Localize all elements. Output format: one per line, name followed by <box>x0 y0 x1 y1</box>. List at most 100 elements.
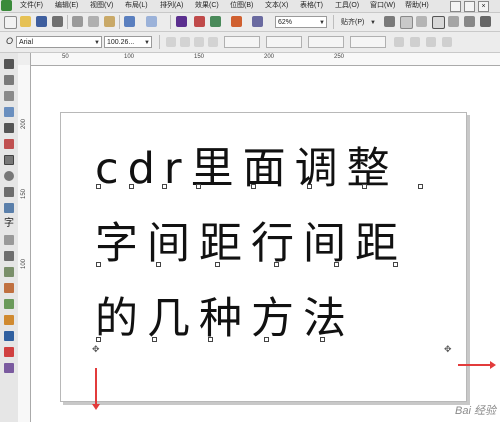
ruler-tick-label: 200 <box>21 118 28 130</box>
redo-icon[interactable] <box>146 16 157 27</box>
cut-icon[interactable] <box>72 16 83 27</box>
rectangle-tool-icon[interactable] <box>4 155 14 165</box>
character-node[interactable] <box>264 337 269 342</box>
character-node[interactable] <box>418 184 423 189</box>
character-node[interactable] <box>393 262 398 267</box>
character-node[interactable] <box>320 337 325 342</box>
basic-shapes-icon[interactable] <box>4 203 14 213</box>
eyedropper-tool-icon[interactable] <box>4 315 14 325</box>
menu-layout[interactable]: 布局(L) <box>123 1 150 11</box>
close-icon[interactable]: × <box>478 1 489 12</box>
toolbox: 字 <box>0 53 19 422</box>
text-line-1[interactable]: cdr里面调整 <box>95 148 399 191</box>
edit-text-icon[interactable] <box>394 37 404 47</box>
copy-icon[interactable] <box>88 16 99 27</box>
character-node[interactable] <box>251 184 256 189</box>
underline-icon[interactable] <box>194 37 204 47</box>
outline-tool-icon[interactable] <box>4 331 14 341</box>
open-folder-icon[interactable] <box>20 16 31 27</box>
character-node[interactable] <box>156 262 161 267</box>
character-node[interactable] <box>96 184 101 189</box>
restore-icon[interactable] <box>464 1 475 12</box>
menu-file[interactable]: 文件(F) <box>18 1 45 11</box>
print-icon[interactable] <box>52 16 63 27</box>
export-icon[interactable] <box>194 16 205 27</box>
new-document-icon[interactable] <box>4 16 17 29</box>
text-line-3[interactable]: 的几种方法 <box>95 298 355 341</box>
font-size-select[interactable]: 100.26... ▼ <box>104 36 152 48</box>
word-spacing-field[interactable] <box>266 36 302 48</box>
pick-tool-icon[interactable] <box>4 59 14 69</box>
character-node[interactable] <box>96 337 101 342</box>
zoom-level-select[interactable]: 62% ▼ <box>275 16 327 28</box>
table-tool-icon[interactable] <box>4 235 14 245</box>
down-arrow-annotation <box>95 368 97 406</box>
menu-help[interactable]: 帮助(H) <box>403 1 431 11</box>
menu-view[interactable]: 视图(V) <box>88 1 115 11</box>
page-view-icon[interactable] <box>464 16 475 27</box>
crop-tool-icon[interactable] <box>4 91 14 101</box>
character-node[interactable] <box>208 337 213 342</box>
import-icon[interactable] <box>176 16 187 27</box>
line-spacing-handle-icon[interactable]: ✥ <box>92 344 100 355</box>
character-node[interactable] <box>307 184 312 189</box>
bold-icon[interactable] <box>166 37 176 47</box>
fill-tool-icon[interactable] <box>4 347 14 357</box>
character-node[interactable] <box>274 262 279 267</box>
menu-tools[interactable]: 工具(O) <box>333 1 361 11</box>
menu-bitmaps[interactable]: 位图(B) <box>228 1 255 11</box>
menu-effects[interactable]: 效果(C) <box>193 1 221 11</box>
italic-icon[interactable] <box>180 37 190 47</box>
save-icon[interactable] <box>36 16 47 27</box>
character-node[interactable] <box>162 184 167 189</box>
polygon-tool-icon[interactable] <box>4 187 14 197</box>
text-line-2[interactable]: 字间距行间距 <box>95 223 407 266</box>
text-format-icon[interactable] <box>442 37 452 47</box>
paste-icon[interactable] <box>104 16 115 27</box>
menu-table[interactable]: 表格(T) <box>298 1 325 11</box>
ellipse-tool-icon[interactable] <box>4 171 14 181</box>
character-node[interactable] <box>215 262 220 267</box>
object-manager-icon[interactable] <box>480 16 491 27</box>
text-tool-icon[interactable]: 字 <box>4 219 14 229</box>
transparency-tool-icon[interactable] <box>4 299 14 309</box>
welcome-screen-icon[interactable] <box>252 16 263 27</box>
publish-pdf-icon[interactable] <box>210 16 221 27</box>
dimension-tool-icon[interactable] <box>4 251 14 261</box>
character-node[interactable] <box>129 184 134 189</box>
zoom-tool-icon[interactable] <box>4 107 14 117</box>
menu-text[interactable]: 文本(X) <box>263 1 290 11</box>
text-align-icon[interactable] <box>208 37 218 47</box>
undo-icon[interactable] <box>124 16 135 27</box>
font-icon: O <box>6 36 14 46</box>
horizontal-text-icon[interactable] <box>410 37 420 47</box>
character-node[interactable] <box>362 184 367 189</box>
character-node[interactable] <box>152 337 157 342</box>
freehand-tool-icon[interactable] <box>4 123 14 133</box>
character-node[interactable] <box>334 262 339 267</box>
character-spacing-handle-icon[interactable]: ✥ <box>444 344 452 355</box>
menu-window[interactable]: 窗口(W) <box>368 1 397 11</box>
show-rulers-icon[interactable] <box>400 16 413 29</box>
guidelines-icon[interactable] <box>432 16 445 29</box>
show-grid-icon[interactable] <box>416 16 427 27</box>
full-screen-preview-icon[interactable] <box>448 16 459 27</box>
smart-fill-icon[interactable] <box>4 139 14 149</box>
shape-tool-icon[interactable] <box>4 75 14 85</box>
line-spacing-field[interactable] <box>308 36 344 48</box>
vertical-text-icon[interactable] <box>426 37 436 47</box>
menu-edit[interactable]: 编辑(E) <box>53 1 80 11</box>
connector-tool-icon[interactable] <box>4 267 14 277</box>
interactive-blend-icon[interactable] <box>4 283 14 293</box>
interactive-fill-icon[interactable] <box>4 363 14 373</box>
paragraph-spacing-field[interactable] <box>350 36 386 48</box>
minimize-icon[interactable] <box>450 1 461 12</box>
character-spacing-field[interactable] <box>224 36 260 48</box>
font-list-select[interactable]: Arial ▼ <box>16 36 102 48</box>
character-node[interactable] <box>196 184 201 189</box>
snap-to-menu[interactable]: 贴齐(P) ▼ <box>338 16 378 28</box>
application-launcher-icon[interactable] <box>231 16 242 27</box>
options-icon[interactable] <box>384 16 395 27</box>
character-node[interactable] <box>96 262 101 267</box>
menu-arrange[interactable]: 排列(A) <box>158 1 185 11</box>
